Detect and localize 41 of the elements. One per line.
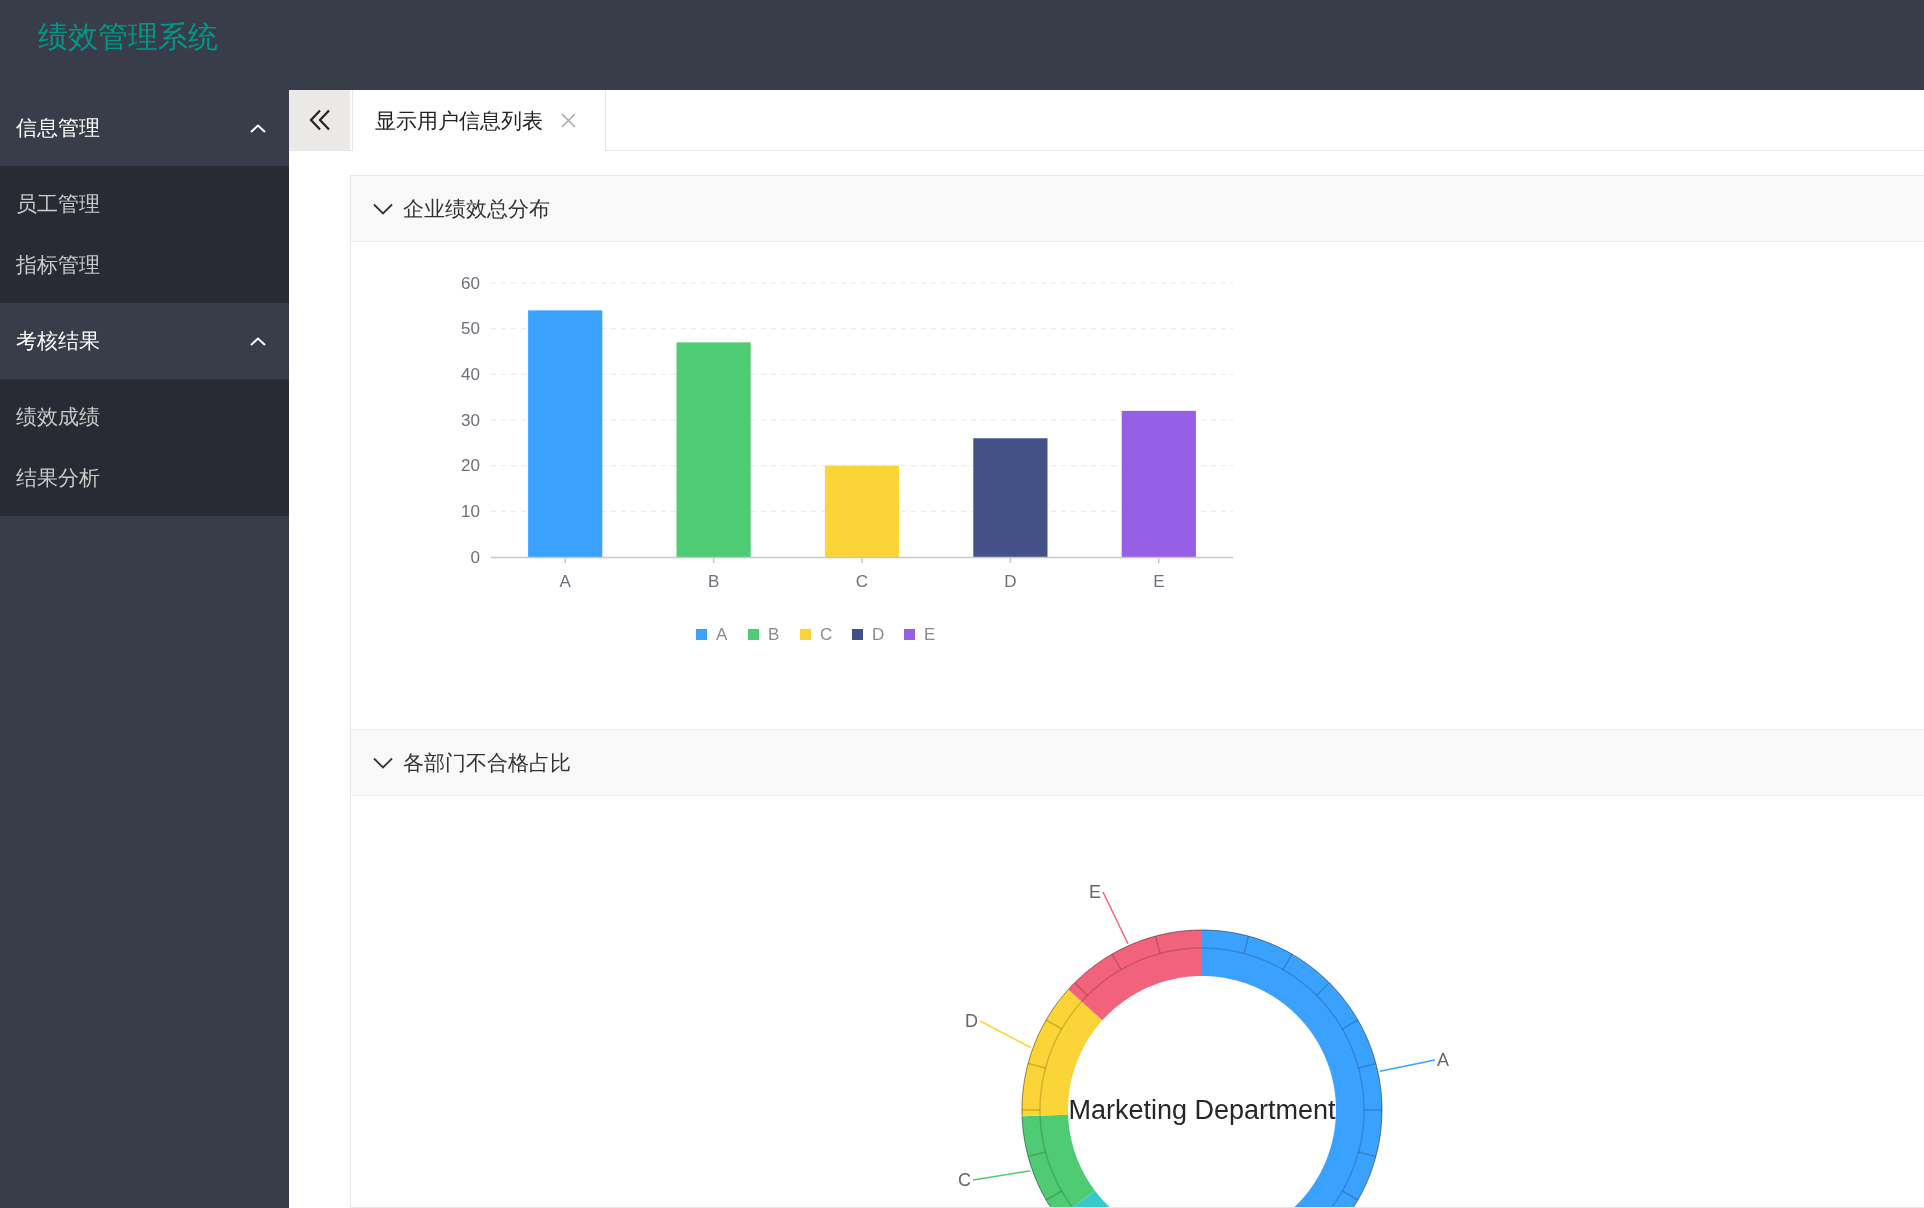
nav-item[interactable]: 指标管理 (0, 234, 289, 295)
legend-swatch-icon[interactable] (696, 629, 707, 640)
ring-center-label: Marketing Department (1068, 1095, 1336, 1125)
double-chevron-left-icon (308, 109, 331, 131)
y-axis-label: 20 (461, 456, 480, 476)
x-axis-label: C (855, 571, 869, 591)
legend-label[interactable]: B (768, 625, 780, 644)
close-icon[interactable] (561, 113, 576, 128)
x-axis-label: D (1004, 571, 1017, 591)
y-axis-label: 60 (461, 273, 480, 293)
leader-line (1102, 891, 1129, 945)
slice-label: C (958, 1170, 971, 1190)
y-axis-label: 10 (461, 501, 480, 521)
nav-item[interactable]: 员工管理 (0, 173, 289, 234)
leader-line (972, 1170, 1032, 1181)
legend-swatch-icon[interactable] (748, 629, 759, 640)
legend-swatch-icon[interactable] (800, 629, 811, 640)
collapse-sidebar-button[interactable] (289, 90, 350, 150)
nav-item[interactable]: 绩效成绩 (0, 386, 289, 447)
y-axis-label: 40 (461, 364, 480, 384)
legend-label[interactable]: C (820, 625, 833, 644)
y-axis-label: 50 (461, 319, 480, 339)
panel-header[interactable]: 各部门不合格占比 (351, 730, 1924, 796)
panel-header[interactable]: 企业绩效总分布 (351, 176, 1924, 242)
app-title: 绩效管理系统 (38, 20, 218, 54)
slice-label: E (1089, 882, 1101, 902)
legend-swatch-icon[interactable] (852, 629, 863, 640)
tab[interactable]: 显示用户信息列表 (352, 90, 606, 151)
slice-label: A (1437, 1050, 1449, 1070)
nav-group-header[interactable]: 考核结果 (0, 303, 289, 379)
legend-swatch-icon[interactable] (904, 629, 915, 640)
nav-group-header[interactable]: 信息管理 (0, 90, 289, 166)
x-axis-label: E (1153, 571, 1165, 591)
x-axis-label: A (559, 571, 571, 591)
y-axis-label: 0 (470, 547, 480, 567)
x-axis-label: B (707, 571, 720, 591)
leader-line (979, 1020, 1032, 1049)
leader-line (1379, 1059, 1436, 1072)
nav-item[interactable]: 结果分析 (0, 447, 289, 508)
slice-label: D (965, 1011, 978, 1031)
y-axis-label: 30 (461, 410, 480, 430)
